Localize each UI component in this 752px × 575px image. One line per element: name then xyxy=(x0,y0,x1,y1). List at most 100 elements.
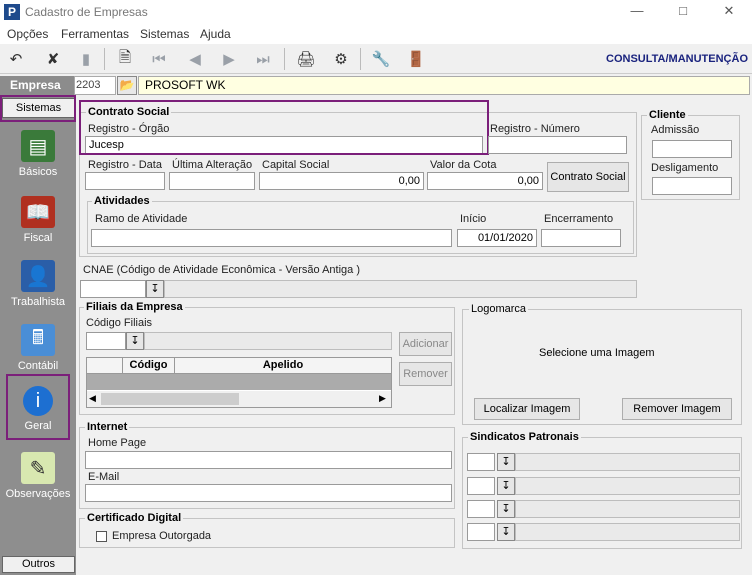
sidebar-item-label: Trabalhista xyxy=(10,296,65,308)
sidebar-item-label: Observações xyxy=(5,488,71,500)
certificado-title: Certificado Digital xyxy=(85,512,184,524)
highlight-box xyxy=(0,95,76,122)
sindicato-description-field xyxy=(515,523,740,541)
scroll-right-icon[interactable]: ▶ xyxy=(379,393,386,404)
valor-cota-label: Valor da Cota xyxy=(430,159,497,171)
empresa-code-field[interactable]: 2203 xyxy=(74,76,116,95)
last-record-icon[interactable]: ⏭ xyxy=(252,48,274,70)
print-icon[interactable]: 🖨 xyxy=(295,48,317,70)
desligamento-field[interactable] xyxy=(652,177,732,195)
adicionar-button[interactable]: Adicionar xyxy=(399,332,452,356)
first-record-icon[interactable]: ⏮ xyxy=(148,48,170,70)
previous-record-icon[interactable]: ◀ xyxy=(184,48,206,70)
cnae-dropdown-icon[interactable]: ↧ xyxy=(146,280,164,298)
maximize-icon[interactable]: □ xyxy=(660,0,706,24)
outros-button[interactable]: Outros xyxy=(2,556,75,573)
internet-title: Internet xyxy=(85,421,130,433)
column-header-codigo[interactable]: Código xyxy=(123,358,175,374)
filiais-title: Filiais da Empresa xyxy=(84,301,185,313)
menu-opcoes[interactable]: Opções xyxy=(7,27,48,41)
sidebar-item-trabalhista[interactable]: 👤 Trabalhista xyxy=(0,260,76,320)
save-icon[interactable]: ▮ xyxy=(75,48,97,70)
scroll-left-icon[interactable]: ◀ xyxy=(89,393,96,404)
atividades-title: Atividades xyxy=(92,195,152,207)
empresa-outorgada-checkbox[interactable] xyxy=(96,531,107,542)
empresa-label: Empresa xyxy=(0,76,74,95)
sindicato-dropdown-icon[interactable]: ↧ xyxy=(497,523,515,541)
sindicato-description-field xyxy=(515,453,740,471)
menu-bar: Opções Ferramentas Sistemas Ajuda xyxy=(0,24,752,44)
sindicatos-title: Sindicatos Patronais xyxy=(468,431,581,443)
app-logo-icon: P xyxy=(4,4,20,20)
valor-cota-field[interactable]: 0,00 xyxy=(427,172,543,190)
encerramento-field[interactable] xyxy=(541,229,621,247)
filiais-dropdown-icon[interactable]: ↧ xyxy=(126,332,144,350)
logomarca-placeholder: Selecione uma Imagem xyxy=(539,347,655,359)
sidebar-item-fiscal[interactable]: 📖 Fiscal xyxy=(0,196,76,256)
ultima-alteracao-field[interactable] xyxy=(169,172,255,190)
sindicato-code-field[interactable] xyxy=(467,453,495,471)
menu-sistemas[interactable]: Sistemas xyxy=(140,27,189,41)
inicio-field[interactable]: 01/01/2020 xyxy=(457,229,537,247)
basicos-icon: ▤ xyxy=(21,130,55,162)
minimize-icon[interactable]: — xyxy=(614,0,660,24)
filiais-table: Código Apelido ◀ ▶ xyxy=(86,357,392,408)
tools-icon[interactable]: 🔧 xyxy=(370,48,392,70)
remover-button[interactable]: Remover xyxy=(399,362,452,386)
highlight-box xyxy=(79,100,489,155)
sindicato-code-field[interactable] xyxy=(467,477,495,495)
sidebar-item-observacoes[interactable]: ✎ Observações xyxy=(0,452,76,512)
menu-ajuda[interactable]: Ajuda xyxy=(200,27,231,41)
sindicato-dropdown-icon[interactable]: ↧ xyxy=(497,500,515,518)
cnae-description-field xyxy=(164,280,637,298)
worker-icon: 👤 xyxy=(21,260,55,292)
mode-label: CONSULTA/MANUTENÇÃO xyxy=(606,53,748,65)
table-row[interactable] xyxy=(87,374,391,390)
home-page-field[interactable] xyxy=(85,451,452,469)
sidebar-item-label: Fiscal xyxy=(23,232,53,244)
close-icon[interactable]: ✕ xyxy=(706,0,752,24)
delete-icon[interactable]: ✘ xyxy=(42,48,64,70)
title-bar: P Cadastro de Empresas — □ ✕ xyxy=(0,0,752,24)
admissao-label: Admissão xyxy=(651,124,700,136)
open-folder-icon[interactable]: 📂 xyxy=(117,76,137,95)
sidebar-item-basicos[interactable]: ▤ Básicos xyxy=(0,130,76,190)
cnae-label: CNAE (Código de Atividade Econômica - Ve… xyxy=(83,264,360,276)
email-field[interactable] xyxy=(85,484,452,502)
sindicato-code-field[interactable] xyxy=(467,500,495,518)
ramo-atividade-field[interactable] xyxy=(91,229,452,247)
registro-data-field[interactable] xyxy=(85,172,165,190)
toolbar-separator xyxy=(104,48,105,70)
horizontal-scrollbar[interactable]: ◀ ▶ xyxy=(87,391,391,407)
search-document-icon[interactable]: 🗎 xyxy=(114,48,136,70)
registro-numero-field[interactable] xyxy=(488,136,627,154)
calculator-icon: 🖩 xyxy=(21,324,55,356)
sindicato-dropdown-icon[interactable]: ↧ xyxy=(497,477,515,495)
sidebar-item-label: Contábil xyxy=(17,360,59,372)
codigo-filiais-field[interactable] xyxy=(86,332,126,350)
next-record-icon[interactable]: ▶ xyxy=(218,48,240,70)
filial-description-field xyxy=(144,332,392,350)
remover-imagem-button[interactable]: Remover Imagem xyxy=(622,398,732,420)
exit-door-icon[interactable]: 🚪 xyxy=(405,48,427,70)
codigo-filiais-label: Código Filiais xyxy=(86,317,153,329)
logomarca-title: Logomarca xyxy=(469,303,529,315)
sindicato-code-field[interactable] xyxy=(467,523,495,541)
settings-icon[interactable]: ⚙ xyxy=(330,48,352,70)
capital-social-field[interactable]: 0,00 xyxy=(259,172,424,190)
notes-pencil-icon: ✎ xyxy=(21,452,55,484)
empresa-outorgada-label: Empresa Outorgada xyxy=(112,530,212,542)
localizar-imagem-button[interactable]: Localizar Imagem xyxy=(474,398,580,420)
undo-icon[interactable]: ↶ xyxy=(5,48,27,70)
registro-numero-label: Registro - Número xyxy=(490,123,580,135)
cnae-field[interactable] xyxy=(80,280,146,298)
contrato-social-button[interactable]: Contrato Social xyxy=(547,162,629,192)
column-header-apelido[interactable]: Apelido xyxy=(175,358,391,374)
scrollbar-thumb[interactable] xyxy=(101,393,239,405)
admissao-field[interactable] xyxy=(652,140,732,158)
sindicato-dropdown-icon[interactable]: ↧ xyxy=(497,453,515,471)
fiscal-book-icon: 📖 xyxy=(21,196,55,228)
sindicato-description-field xyxy=(515,500,740,518)
empresa-name-field: PROSOFT WK xyxy=(138,76,750,95)
menu-ferramentas[interactable]: Ferramentas xyxy=(61,27,129,41)
